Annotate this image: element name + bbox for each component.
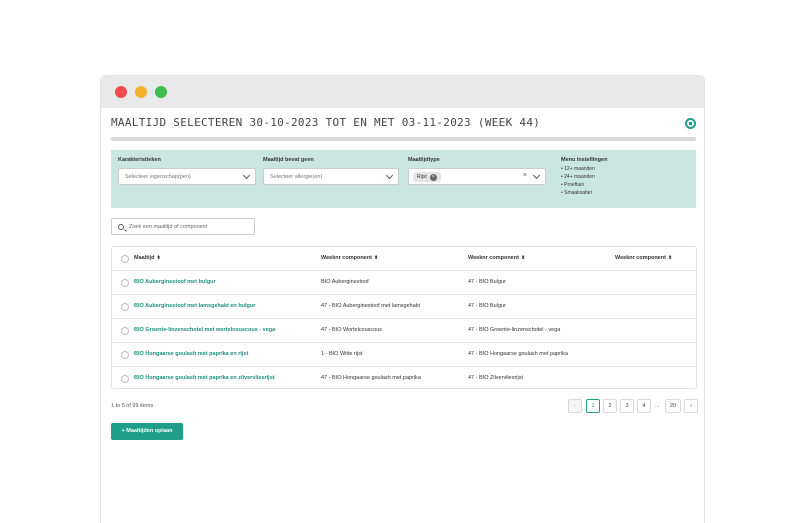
window-titlebar [101,76,704,108]
column-header-weeknr-2[interactable]: Weeknr component ⬍ [468,255,525,261]
column-header-meal[interactable]: Maaltijd ⬍ [134,255,161,261]
window-minimize-button[interactable] [135,86,147,98]
progress-bar [111,137,696,141]
menu-settings-item: Smaaksafari [561,189,607,197]
pagination-page-last[interactable]: 20 [665,399,681,413]
table-header-row: Maaltijd ⬍ Weeknr component ⬍ Weeknr compo… [112,247,696,271]
table-cell: 47 - BIO Hongaarse goulash met paprika [321,375,421,381]
meal-link[interactable]: BIO Hongaarse goulash met paprika en zil… [134,375,275,381]
select-all-checkbox[interactable] [121,255,129,263]
meal-type-tag-label: Rijst [417,174,427,180]
pagination-next[interactable]: › [684,399,698,413]
pagination-page-2[interactable]: 2 [603,399,617,413]
table-row[interactable]: BIO Groente-linzenschotel met wortelcous… [112,319,696,343]
sort-icon: ⬍ [156,255,161,261]
close-icon[interactable] [685,118,696,129]
allergens-select[interactable]: Selecteer allergie(en) [263,168,399,185]
table-row[interactable]: BIO Hongaarse goulash met paprika en zil… [112,367,696,391]
table-row[interactable]: BIO Auberginestoof met bulgur BIO Auberg… [112,271,696,295]
meal-link[interactable]: BIO Hongaarse goulash met paprika en rij… [134,351,248,357]
characteristics-select[interactable]: Selecteer eigenschap(pen) [118,168,256,185]
row-checkbox[interactable] [121,327,129,335]
table-cell: 47 - BIO Bulgur [468,303,506,309]
table-cell: 1 - BIO Witte rijst [321,351,363,357]
menu-settings-item: 12+ maanden [561,165,607,173]
table-cell: 47 - BIO Groente-linzenschotel - vega [468,327,561,333]
table-cell: 47 - BIO Zilvervliesrijst [468,375,524,381]
pagination-page-3[interactable]: 3 [620,399,634,413]
menu-settings-title: Menu instellingen [561,157,608,163]
pagination-summary: 1 to 5 of 99 items [111,403,154,409]
app-window: Maaltijd selecteren 30-10-2023 tot en me… [100,75,705,523]
menu-settings-list: 12+ maanden 24+ maanden Proeftuin Smaaks… [561,165,607,197]
search-icon [118,224,124,230]
window-close-button[interactable] [115,86,127,98]
meal-link[interactable]: BIO Groente-linzenschotel met wortelcous… [134,327,275,333]
modal-title: Maaltijd selecteren 30-10-2023 tot en me… [111,116,541,129]
row-checkbox[interactable] [121,351,129,359]
plan-meals-button[interactable]: + Maaltijden oplaan [111,423,183,440]
table-row[interactable]: BIO Hongaarse goulash met paprika en rij… [112,343,696,367]
chevron-down-icon [532,171,541,180]
table-row[interactable]: BIO Auberginestoof met lamsgehakt en bul… [112,295,696,319]
characteristics-label: Karakteristieken [118,157,161,163]
meal-type-select[interactable]: Rijst × × [408,168,546,185]
column-header-weeknr-3[interactable]: Weeknr component ⬍ [615,255,672,261]
menu-settings-item: Proeftuin [561,181,607,189]
table-cell: 47 - BIO Wortelcouscous [321,327,383,333]
table-cell: 47 - BIO Bulgur [468,279,506,285]
allergens-label: Maaltijd bevat geen [263,157,314,163]
row-checkbox[interactable] [121,375,129,383]
pagination-ellipsis: ... [655,403,660,409]
sort-icon: ⬍ [373,255,379,261]
pagination-prev[interactable]: ‹ [568,399,582,413]
filter-panel: Karakteristieken Selecteer eigenschap(pe… [111,150,696,208]
search-placeholder: Zoek een maaltijd of component [129,224,208,230]
meal-type-tag: Rijst × [413,172,441,182]
table-cell: BIO Auberginestoof [321,279,369,285]
sort-icon: ⬍ [520,255,526,261]
pagination-page-4[interactable]: 4 [637,399,651,413]
window-maximize-button[interactable] [155,86,167,98]
menu-settings-item: 24+ maanden [561,173,607,181]
search-input[interactable]: Zoek een maaltijd of component [111,218,255,235]
allergens-placeholder: Selecteer allergie(en) [270,174,323,180]
sort-icon: ⬍ [667,255,673,261]
table-cell: 47 - BIO Auberginestoof met lamsgehakt [321,303,421,309]
meal-link[interactable]: BIO Auberginestoof met bulgur [134,279,216,285]
characteristics-placeholder: Selecteer eigenschap(pen) [125,174,191,180]
column-header-weeknr-1[interactable]: Weeknr component ⬍ [321,255,378,261]
clear-icon[interactable]: × [523,172,527,179]
row-checkbox[interactable] [121,303,129,311]
remove-tag-icon[interactable]: × [429,173,437,181]
pagination-page-1[interactable]: 1 [586,399,600,413]
table-cell: 47 - BIO Hongaarse goulash met paprika [468,351,568,357]
menu-settings: Menu instellingen 12+ maanden 24+ maande… [561,157,607,197]
meal-type-label: Maaltijdtype [408,157,440,163]
chevron-down-icon [385,171,394,180]
chevron-down-icon [242,171,251,180]
row-checkbox[interactable] [121,279,129,287]
meal-table: Maaltijd ⬍ Weeknr component ⬍ Weeknr compo… [111,246,697,389]
meal-link[interactable]: BIO Auberginestoof met lamsgehakt en bul… [134,303,255,309]
